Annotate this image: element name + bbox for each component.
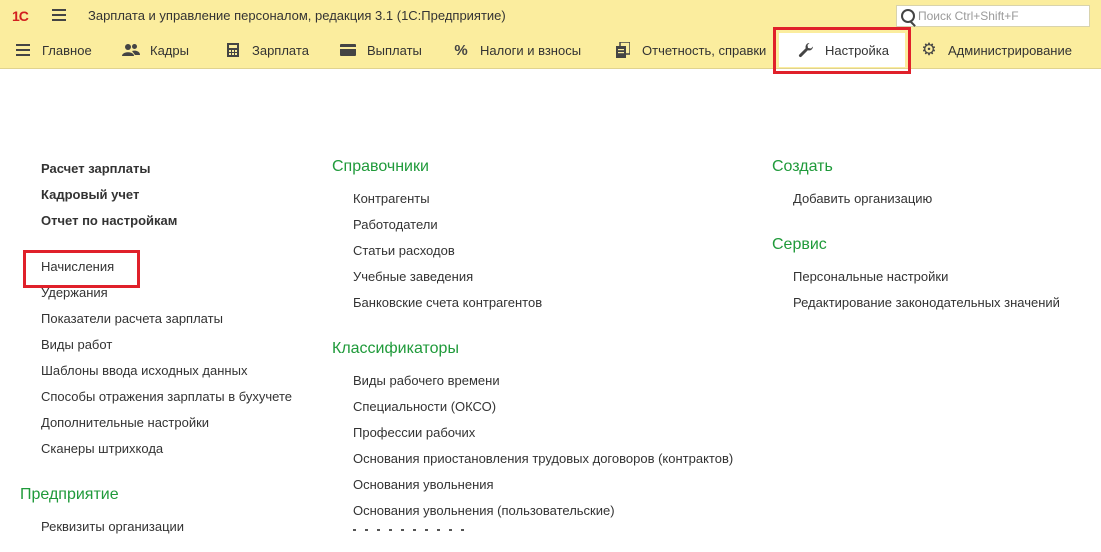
title-bar: 1С Зарплата и управление персоналом, ред… xyxy=(0,0,1101,32)
link-barcode-scanners[interactable]: Сканеры штрихкода xyxy=(41,441,163,456)
search-placeholder: Поиск Ctrl+Shift+F xyxy=(918,9,1019,23)
calculator-icon xyxy=(224,41,242,59)
nav-payments[interactable]: Выплаты xyxy=(339,32,422,68)
section-title-directories: Справочники xyxy=(332,158,429,175)
section-title-create: Создать xyxy=(772,158,833,175)
nav-admin[interactable]: ⚙ Администрирование xyxy=(920,32,1072,68)
app-title: Зарплата и управление персоналом, редакц… xyxy=(88,8,506,23)
link-add-organization[interactable]: Добавить организацию xyxy=(793,191,932,206)
link-bank-accounts[interactable]: Банковские счета контрагентов xyxy=(353,295,542,310)
nav-reports-label: Отчетность, справки xyxy=(642,42,767,58)
link-work-types[interactable]: Виды работ xyxy=(41,337,112,352)
search-input[interactable]: Поиск Ctrl+Shift+F xyxy=(896,5,1090,27)
link-settings-report[interactable]: Отчет по настройкам xyxy=(41,213,177,228)
nav-taxes[interactable]: % Налоги и взносы xyxy=(452,32,581,68)
link-legislative-values[interactable]: Редактирование законодательных значений xyxy=(793,295,1060,310)
clipped-link-fragment xyxy=(353,529,473,533)
section-title-enterprise: Предприятие xyxy=(20,486,119,503)
section-navbar: Главное Кадры Зарплата Выплаты % Налоги … xyxy=(0,32,1101,69)
link-counterparties[interactable]: Контрагенты xyxy=(353,191,430,206)
search-icon xyxy=(901,9,915,23)
link-employers[interactable]: Работодатели xyxy=(353,217,438,232)
link-input-templates[interactable]: Шаблоны ввода исходных данных xyxy=(41,363,247,378)
link-worker-professions[interactable]: Профессии рабочих xyxy=(353,425,475,440)
nav-main[interactable]: Главное xyxy=(14,32,92,68)
link-additional-settings[interactable]: Дополнительные настройки xyxy=(41,415,209,430)
nav-hr-label: Кадры xyxy=(150,42,189,58)
link-expense-items[interactable]: Статьи расходов xyxy=(353,243,455,258)
people-icon xyxy=(122,41,140,59)
nav-reports[interactable]: Отчетность, справки xyxy=(614,32,766,68)
wrench-icon xyxy=(797,41,815,59)
nav-hr[interactable]: Кадры xyxy=(122,32,189,68)
nav-main-label: Главное xyxy=(42,42,92,58)
link-hr-records[interactable]: Кадровый учет xyxy=(41,187,139,202)
percent-icon: % xyxy=(454,41,468,59)
link-educational-institutions[interactable]: Учебные заведения xyxy=(353,269,473,284)
link-accruals[interactable]: Начисления xyxy=(41,259,114,274)
link-working-time-types[interactable]: Виды рабочего времени xyxy=(353,373,500,388)
nav-salary-label: Зарплата xyxy=(252,42,309,58)
link-specialties[interactable]: Специальности (ОКСО) xyxy=(353,399,496,414)
link-organization-details[interactable]: Реквизиты организации xyxy=(41,519,184,534)
nav-settings-label: Настройка xyxy=(825,42,889,58)
link-suspension-grounds[interactable]: Основания приостановления трудовых догов… xyxy=(353,451,733,466)
nav-payments-label: Выплаты xyxy=(367,42,422,58)
section-title-classifiers: Классификаторы xyxy=(332,340,459,357)
nav-salary[interactable]: Зарплата xyxy=(224,32,309,68)
list-icon xyxy=(14,41,32,59)
link-dismissal-grounds[interactable]: Основания увольнения xyxy=(353,477,494,492)
section-title-service: Сервис xyxy=(772,236,827,253)
link-salary-indicators[interactable]: Показатели расчета зарплаты xyxy=(41,311,223,326)
link-personal-settings[interactable]: Персональные настройки xyxy=(793,269,948,284)
card-icon xyxy=(339,41,357,59)
nav-taxes-label: Налоги и взносы xyxy=(480,42,582,58)
link-salary-calculation[interactable]: Расчет зарплаты xyxy=(41,161,150,176)
link-accounting-reflection[interactable]: Способы отражения зарплаты в бухучете xyxy=(41,389,292,404)
documents-icon xyxy=(614,41,632,59)
link-dismissal-grounds-custom[interactable]: Основания увольнения (пользовательские) xyxy=(353,503,615,518)
nav-settings[interactable]: Настройка xyxy=(779,33,905,67)
link-deductions[interactable]: Удержания xyxy=(41,285,108,300)
gear-icon: ⚙ xyxy=(921,40,937,59)
app-logo: 1С xyxy=(12,8,29,24)
nav-admin-label: Администрирование xyxy=(948,42,1072,58)
main-menu-icon[interactable] xyxy=(52,9,66,21)
